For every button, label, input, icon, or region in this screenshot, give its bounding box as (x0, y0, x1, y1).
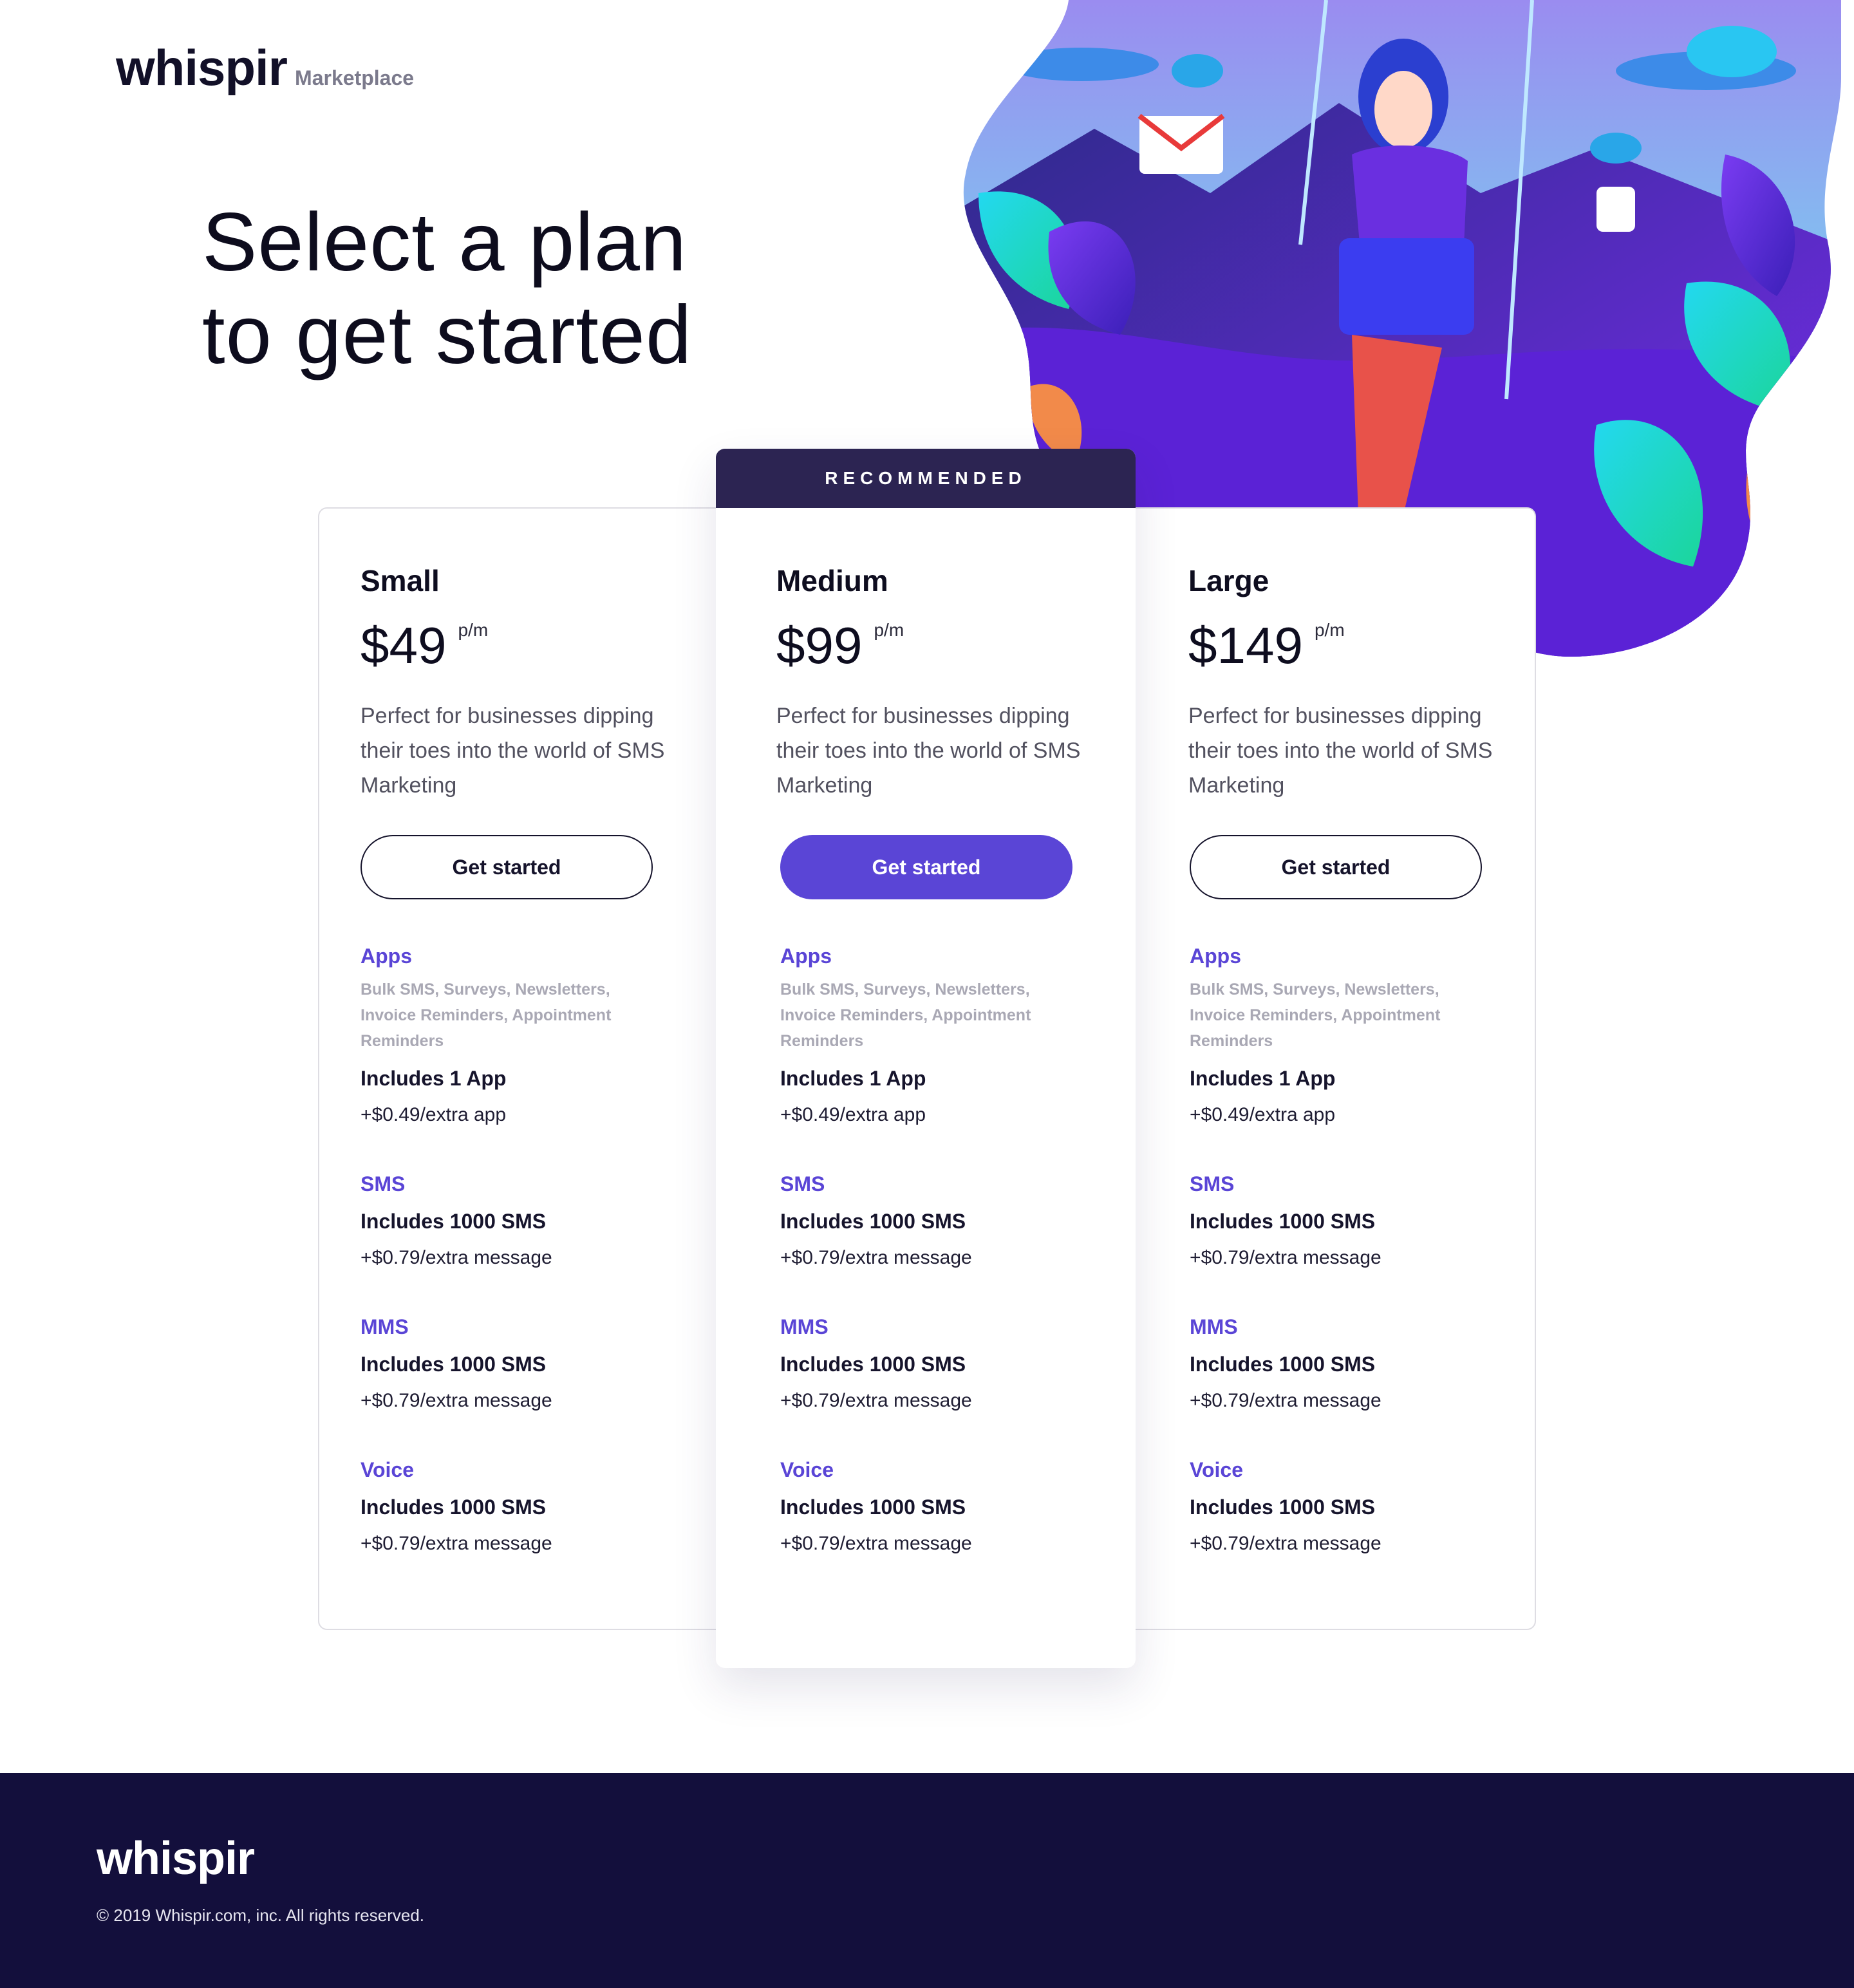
recommended-badge: RECOMMENDED (716, 449, 1136, 508)
feature-title: Voice (780, 1458, 834, 1481)
footer-copyright: © 2019 Whispir.com, inc. All rights rese… (97, 1906, 425, 1925)
page-title-line-2: to get started (202, 289, 693, 381)
feature-apps: Apps Bulk SMS, Surveys, Newsletters, Inv… (780, 944, 1111, 1130)
feature-extra-price: +$0.79/extra message (1190, 1390, 1381, 1411)
feature-extra-price: +$0.79/extra message (1190, 1533, 1381, 1554)
get-started-button[interactable]: Get started (780, 835, 1072, 899)
plan-price: $99 (776, 617, 863, 674)
feature-extra-price: +$0.79/extra message (780, 1247, 972, 1268)
apps-list: Bulk SMS, Surveys, Newsletters, Invoice … (780, 980, 1031, 1050)
feature-title: MMS (780, 1315, 829, 1338)
feature-includes: Includes 1000 SMS (1190, 1353, 1376, 1376)
feature-includes: Includes 1000 SMS (780, 1353, 966, 1376)
feature-extra-price: +$0.79/extra message (360, 1533, 552, 1554)
feature-includes: Includes 1000 SMS (360, 1210, 547, 1233)
feature-sms: SMS Includes 1000 SMS +$0.79/extra messa… (360, 1172, 695, 1273)
page-title-line-1: Select a plan (202, 196, 688, 288)
plan-period: p/m (458, 620, 489, 640)
feature-includes: Includes 1 App (1190, 1067, 1336, 1090)
plan-card-medium: Medium $99 p/m Perfect for businesses di… (776, 563, 1111, 1559)
feature-mms: MMS Includes 1000 SMS +$0.79/extra messa… (780, 1315, 1111, 1416)
feature-title: SMS (1190, 1172, 1235, 1196)
feature-includes: Includes 1000 SMS (360, 1353, 547, 1376)
plan-card-small: Small $49 p/m Perfect for businesses dip… (360, 563, 695, 1559)
site-footer: whispir © 2019 Whispir.com, inc. All rig… (0, 1773, 1854, 1988)
feature-sms: SMS Includes 1000 SMS +$0.79/extra messa… (780, 1172, 1111, 1273)
plan-price: $149 (1188, 617, 1303, 674)
feature-mms: MMS Includes 1000 SMS +$0.79/extra messa… (360, 1315, 695, 1416)
feature-voice: Voice Includes 1000 SMS +$0.79/extra mes… (1190, 1458, 1523, 1559)
feature-title: SMS (360, 1172, 406, 1196)
page-title: Select a plan to get started (202, 196, 692, 382)
plan-name: Large (1188, 564, 1269, 597)
feature-voice: Voice Includes 1000 SMS +$0.79/extra mes… (360, 1458, 695, 1559)
feature-apps: Apps Bulk SMS, Surveys, Newsletters, Inv… (1190, 944, 1523, 1130)
feature-mms: MMS Includes 1000 SMS +$0.79/extra messa… (1190, 1315, 1523, 1416)
feature-includes: Includes 1000 SMS (1190, 1210, 1376, 1233)
feature-voice: Voice Includes 1000 SMS +$0.79/extra mes… (780, 1458, 1111, 1559)
feature-title: SMS (780, 1172, 825, 1196)
plan-price-row: $149 p/m (1188, 615, 1523, 679)
feature-includes: Includes 1000 SMS (780, 1210, 966, 1233)
feature-extra-price: +$0.79/extra message (780, 1533, 972, 1554)
feature-title: Voice (1190, 1458, 1243, 1481)
feature-extra-price: +$0.79/extra message (360, 1247, 552, 1268)
apps-list: Bulk SMS, Surveys, Newsletters, Invoice … (1190, 980, 1441, 1050)
footer-logo[interactable]: whispir (97, 1832, 255, 1885)
feature-includes: Includes 1000 SMS (1190, 1496, 1376, 1519)
feature-title: MMS (360, 1315, 409, 1338)
get-started-button[interactable]: Get started (360, 835, 653, 899)
plan-price-row: $99 p/m (776, 615, 1111, 679)
feature-sms: SMS Includes 1000 SMS +$0.79/extra messa… (1190, 1172, 1523, 1273)
plan-name: Small (360, 564, 440, 597)
plan-price-row: $49 p/m (360, 615, 695, 679)
plan-description: Perfect for businesses dipping their toe… (360, 704, 665, 798)
plan-period: p/m (874, 620, 904, 640)
plan-period: p/m (1314, 620, 1345, 640)
feature-title: Apps (1190, 944, 1241, 968)
feature-title: Apps (360, 944, 412, 968)
feature-title: Voice (360, 1458, 414, 1481)
feature-title: Apps (780, 944, 832, 968)
brand-subtitle: Marketplace (295, 66, 415, 89)
feature-apps: Apps Bulk SMS, Surveys, Newsletters, Inv… (360, 944, 695, 1130)
feature-extra-price: +$0.79/extra message (780, 1390, 972, 1411)
feature-extra-price: +$0.79/extra message (1190, 1247, 1381, 1268)
feature-extra-price: +$0.49/extra app (360, 1104, 507, 1125)
plan-card-large: Large $149 p/m Perfect for businesses di… (1188, 563, 1523, 1559)
apps-list: Bulk SMS, Surveys, Newsletters, Invoice … (360, 980, 612, 1050)
brand-logo[interactable]: whispir Marketplace (116, 39, 414, 97)
plan-description: Perfect for businesses dipping their toe… (1188, 704, 1493, 798)
feature-extra-price: +$0.79/extra message (360, 1390, 552, 1411)
brand-wordmark: whispir (116, 39, 288, 96)
feature-includes: Includes 1 App (780, 1067, 926, 1090)
get-started-button[interactable]: Get started (1190, 835, 1482, 899)
feature-includes: Includes 1 App (360, 1067, 507, 1090)
feature-includes: Includes 1000 SMS (780, 1496, 966, 1519)
feature-includes: Includes 1000 SMS (360, 1496, 547, 1519)
feature-title: MMS (1190, 1315, 1238, 1338)
plan-description: Perfect for businesses dipping their toe… (776, 704, 1081, 798)
plan-price: $49 (360, 617, 447, 674)
feature-extra-price: +$0.49/extra app (780, 1104, 926, 1125)
plan-name: Medium (776, 564, 888, 597)
feature-extra-price: +$0.49/extra app (1190, 1104, 1336, 1125)
